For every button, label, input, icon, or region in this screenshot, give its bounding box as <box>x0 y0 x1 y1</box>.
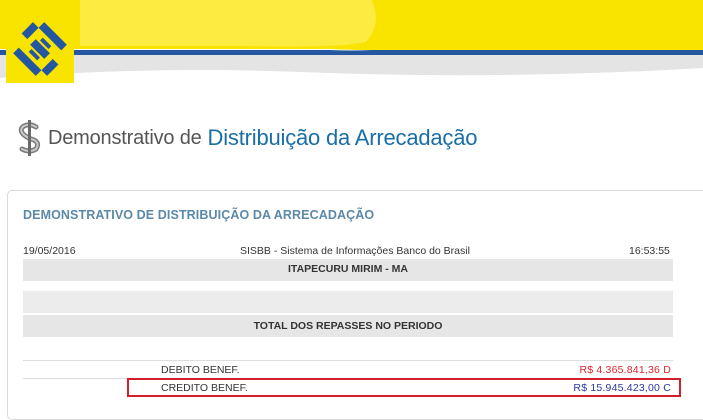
debit-label: DEBITO BENEF. <box>161 364 240 376</box>
credit-highlight <box>127 378 681 397</box>
report-title: DEMONSTRATIVO DE DISTRIBUIÇÃO DA ARRECAD… <box>23 208 375 222</box>
report-date: 19/05/2016 <box>23 245 76 257</box>
banco-do-brasil-logo[interactable] <box>6 15 74 83</box>
page-title: Demonstrativo de Distribuição da Arrecad… <box>14 118 478 158</box>
debit-value: R$ 4.365.841,36 D <box>579 364 671 376</box>
dollar-sign-icon <box>18 120 41 156</box>
row-divider <box>23 360 673 361</box>
page-title-main: Distribuição da Arrecadação <box>207 125 478 150</box>
municipality-label: ITAPECURU MIRIM - MA <box>288 263 408 275</box>
empty-row <box>23 291 673 313</box>
header-banner <box>0 0 703 90</box>
page-title-prefix: Demonstrativo de <box>48 126 202 149</box>
site-header <box>0 0 703 90</box>
report-system: SISBB - Sistema de Informações Banco do … <box>240 245 470 257</box>
section-title: TOTAL DOS REPASSES NO PERIODO <box>253 320 443 332</box>
report-time: 16:53:55 <box>629 245 670 257</box>
